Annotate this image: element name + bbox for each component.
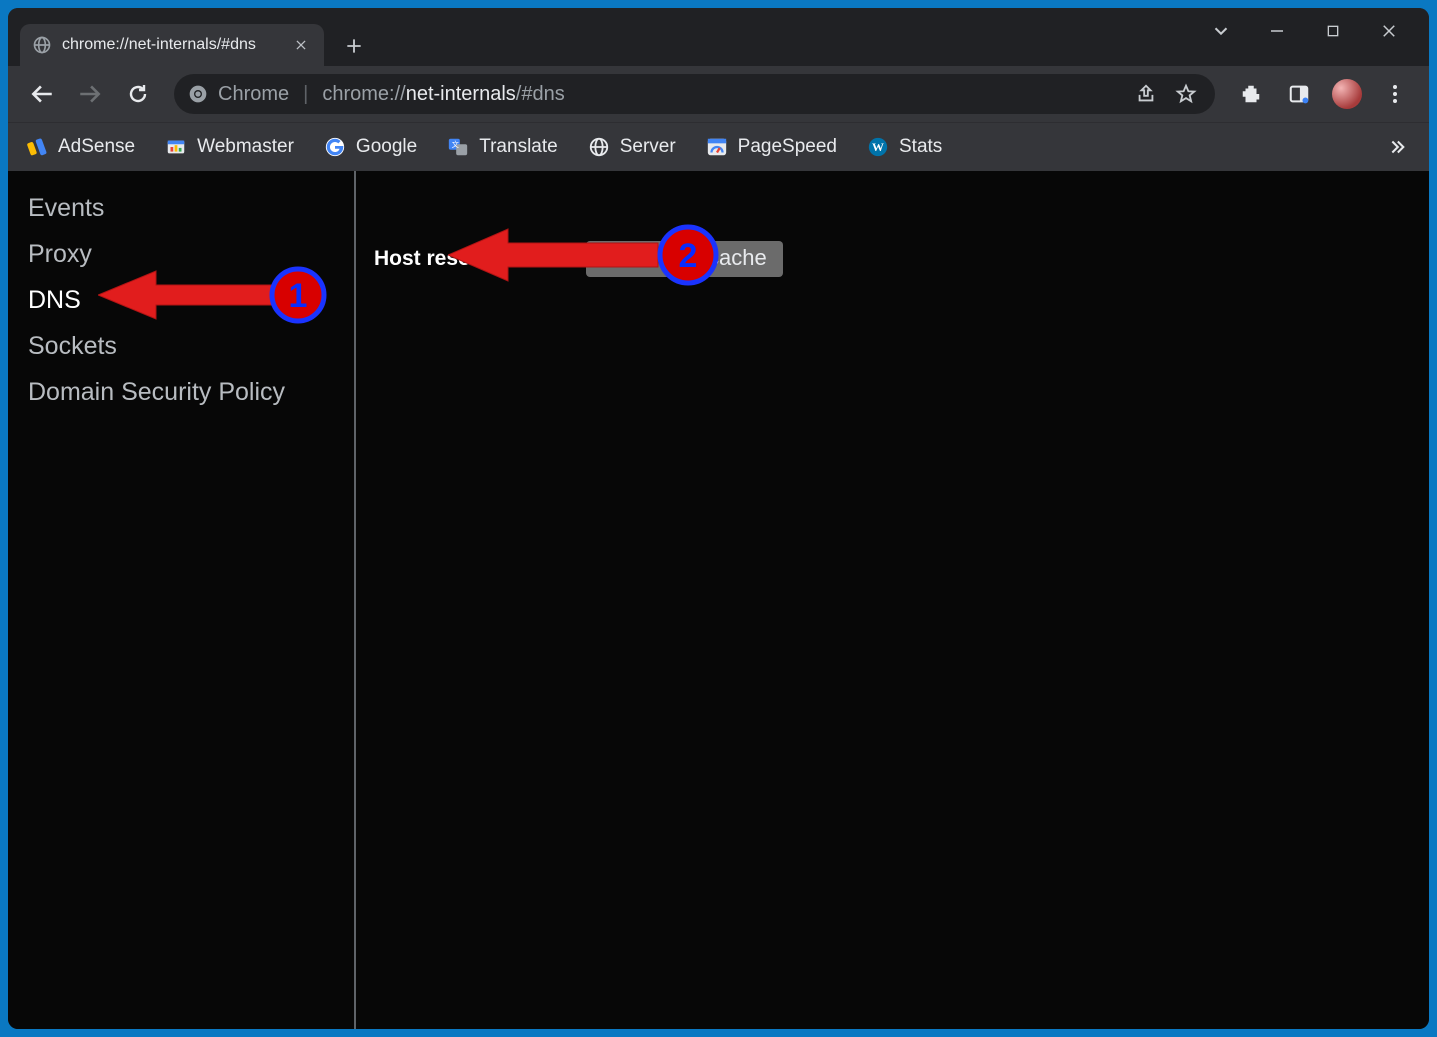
back-button[interactable]	[22, 74, 62, 114]
forward-button[interactable]	[70, 74, 110, 114]
sidebar-item-proxy[interactable]: Proxy	[28, 231, 354, 277]
translate-icon: 文	[447, 136, 469, 158]
page-content: Events Proxy DNS Sockets Domain Security…	[8, 171, 1429, 1029]
host-cache-row: Host resolver cache Clear host cache	[374, 241, 1429, 277]
tab-title: chrome://net-internals/#dns	[62, 36, 280, 54]
avatar-icon	[1332, 79, 1362, 109]
bookmarks-bar: AdSense Webmaster Google 文 Translate Ser…	[8, 123, 1429, 171]
tab-active[interactable]: chrome://net-internals/#dns	[20, 24, 324, 66]
bookmark-label: Google	[356, 136, 417, 158]
pagespeed-icon	[706, 136, 728, 158]
share-button[interactable]	[1131, 79, 1161, 109]
bookmark-stats[interactable]: W Stats	[867, 136, 942, 158]
url-text: chrome:// net-internals /#dns	[322, 83, 564, 106]
extensions-button[interactable]	[1231, 74, 1271, 114]
reload-button[interactable]	[118, 74, 158, 114]
sidebar-item-dns[interactable]: DNS	[28, 277, 354, 323]
svg-text:W: W	[872, 140, 884, 154]
side-panel-button[interactable]	[1279, 74, 1319, 114]
bookmark-pagespeed[interactable]: PageSpeed	[706, 136, 837, 158]
adsense-icon	[26, 136, 48, 158]
bookmark-label: Server	[620, 136, 676, 158]
wordpress-icon: W	[867, 136, 889, 158]
sidebar-item-events[interactable]: Events	[28, 185, 354, 231]
browser-window: chrome://net-internals/#dns	[8, 8, 1429, 1029]
site-chip-label: Chrome	[218, 83, 289, 106]
tab-close-button[interactable]	[290, 34, 312, 56]
window-controls	[1187, 8, 1423, 54]
webmaster-icon	[165, 136, 187, 158]
sidebar-item-domain-security-policy[interactable]: Domain Security Policy	[28, 369, 354, 415]
svg-text:文: 文	[452, 140, 460, 149]
bookmark-star-button[interactable]	[1171, 79, 1201, 109]
bookmarks-overflow-button[interactable]	[1381, 132, 1411, 162]
window-maximize-button[interactable]	[1319, 17, 1347, 45]
host-resolver-cache-label: Host resolver cache	[374, 247, 574, 271]
bookmark-label: AdSense	[58, 136, 135, 158]
bookmark-translate[interactable]: 文 Translate	[447, 136, 558, 158]
bookmark-google[interactable]: Google	[324, 136, 417, 158]
profile-avatar[interactable]	[1327, 74, 1367, 114]
bookmark-server[interactable]: Server	[588, 136, 676, 158]
window-close-button[interactable]	[1375, 17, 1403, 45]
bookmark-webmaster[interactable]: Webmaster	[165, 136, 294, 158]
bookmark-adsense[interactable]: AdSense	[26, 136, 135, 158]
sidebar: Events Proxy DNS Sockets Domain Security…	[8, 171, 356, 1029]
bookmark-label: PageSpeed	[738, 136, 837, 158]
tab-strip: chrome://net-internals/#dns	[8, 8, 1429, 66]
chip-separator: |	[303, 83, 308, 106]
bookmark-label: Stats	[899, 136, 942, 158]
google-icon	[324, 136, 346, 158]
clear-host-cache-button[interactable]: Clear host cache	[586, 241, 783, 277]
sidebar-item-sockets[interactable]: Sockets	[28, 323, 354, 369]
bookmark-label: Translate	[479, 136, 558, 158]
main-panel: Host resolver cache Clear host cache	[356, 171, 1429, 1029]
new-tab-button[interactable]	[334, 26, 374, 66]
address-bar[interactable]: Chrome | chrome:// net-internals /#dns	[174, 74, 1215, 114]
site-chip[interactable]: Chrome |	[188, 83, 312, 106]
tab-search-button[interactable]	[1207, 17, 1235, 45]
window-minimize-button[interactable]	[1263, 17, 1291, 45]
bookmark-label: Webmaster	[197, 136, 294, 158]
toolbar: Chrome | chrome:// net-internals /#dns	[8, 66, 1429, 123]
globe-icon	[32, 35, 52, 55]
chrome-logo-icon	[188, 84, 208, 104]
kebab-menu-button[interactable]	[1375, 74, 1415, 114]
server-icon	[588, 136, 610, 158]
toolbar-right	[1231, 74, 1415, 114]
